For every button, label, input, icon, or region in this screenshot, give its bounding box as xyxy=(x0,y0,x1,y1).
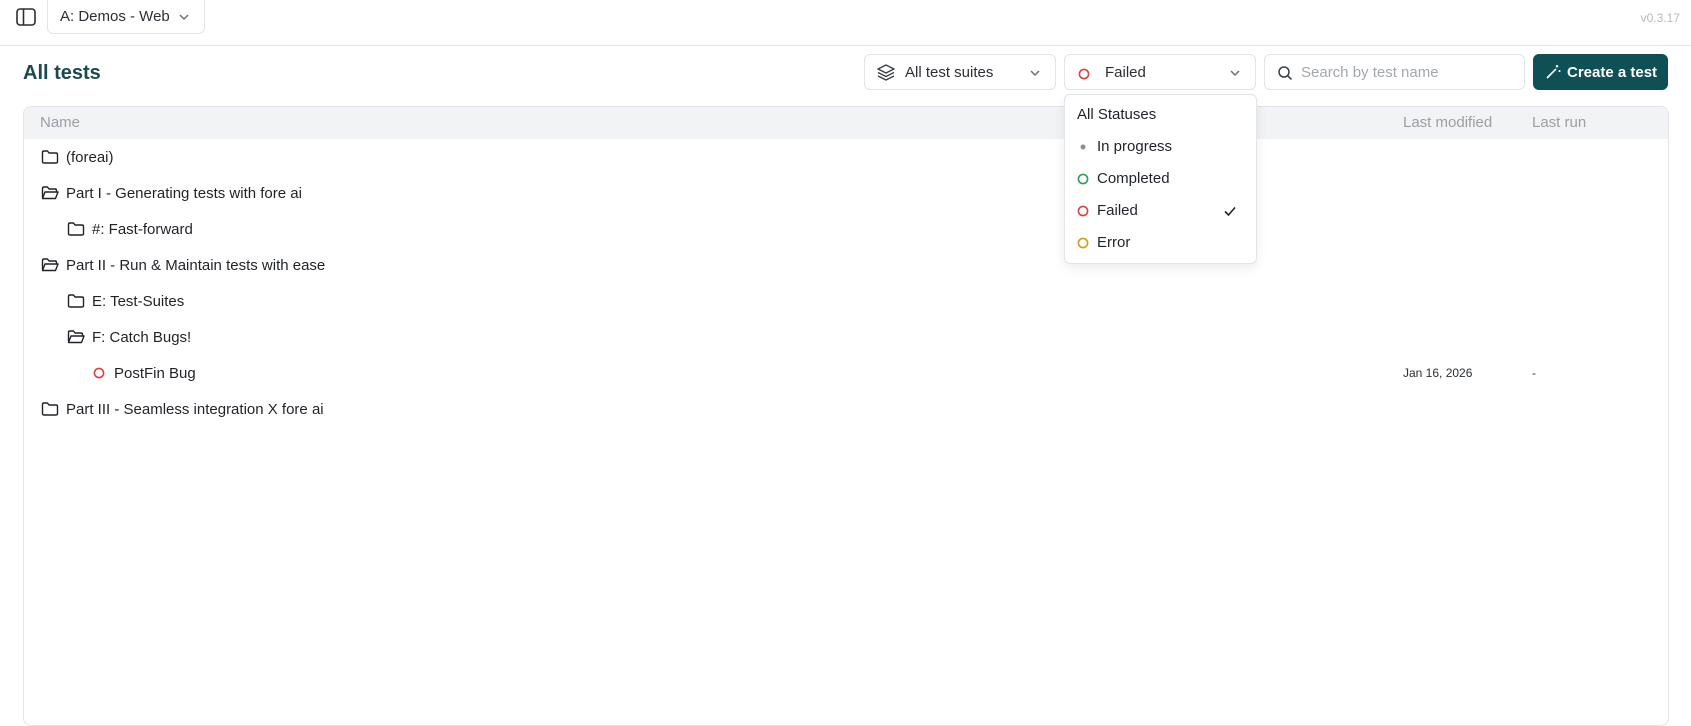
last-modified-cell: Jan 16, 2026 xyxy=(1403,366,1473,380)
status-option-label: Failed xyxy=(1097,202,1138,219)
folder-open-icon xyxy=(40,183,60,203)
status-option-all[interactable]: All Statuses xyxy=(1065,100,1256,130)
magic-wand-icon xyxy=(1545,64,1561,84)
status-dropdown-menu: All Statuses In progress Completed Faile… xyxy=(1064,94,1257,264)
status-option-label: Completed xyxy=(1097,170,1170,187)
check-icon xyxy=(1222,203,1238,223)
status-option-completed[interactable]: Completed xyxy=(1065,164,1256,194)
version-label: v0.3.17 xyxy=(1640,11,1680,25)
search-box xyxy=(1264,54,1525,90)
row-label: E: Test-Suites xyxy=(92,292,185,310)
row-label: Part III - Seamless integration X fore a… xyxy=(66,400,324,418)
table-row[interactable]: PostFin Bug Jan 16, 2026 - xyxy=(24,355,1668,391)
table-header: Name Last modified Last run xyxy=(24,107,1668,139)
last-run-cell: - xyxy=(1532,366,1536,380)
layers-icon xyxy=(876,63,896,85)
tests-table: Name Last modified Last run (foreai) Par… xyxy=(23,106,1669,726)
row-label: (foreai) xyxy=(66,148,114,166)
status-option-label: All Statuses xyxy=(1077,106,1157,123)
table-row[interactable]: Part II - Run & Maintain tests with ease xyxy=(24,247,1668,283)
status-option-label: Error xyxy=(1097,234,1131,251)
search-input[interactable] xyxy=(1301,63,1516,81)
folder-open-icon xyxy=(40,255,60,275)
status-filter[interactable]: Failed xyxy=(1064,54,1256,90)
test-suites-filter[interactable]: All test suites xyxy=(864,54,1056,90)
completed-status-icon xyxy=(1077,173,1089,185)
folder-open-icon xyxy=(66,327,86,347)
row-label: PostFin Bug xyxy=(114,364,196,382)
test-suites-filter-label: All test suites xyxy=(905,63,994,81)
column-header-last-run[interactable]: Last run xyxy=(1532,114,1586,131)
top-bar: A: Demos - Web v0.3.17 xyxy=(0,0,1691,46)
folder-icon xyxy=(40,147,60,167)
error-status-icon xyxy=(1077,237,1089,249)
project-selector[interactable]: A: Demos - Web xyxy=(47,0,205,34)
column-header-name[interactable]: Name xyxy=(40,114,80,131)
row-label: Part II - Run & Maintain tests with ease xyxy=(66,256,326,274)
status-option-in-progress[interactable]: In progress xyxy=(1065,132,1256,162)
row-label: F: Catch Bugs! xyxy=(92,328,192,346)
table-row[interactable]: Part I - Generating tests with fore ai xyxy=(24,175,1668,211)
folder-icon xyxy=(66,219,86,239)
row-label: Part I - Generating tests with fore ai xyxy=(66,184,302,202)
create-test-button-label: Create a test xyxy=(1567,63,1658,81)
folder-icon xyxy=(66,291,86,311)
chevron-down-icon xyxy=(1229,66,1241,83)
project-selector-label: A: Demos - Web xyxy=(60,8,170,25)
search-icon xyxy=(1277,65,1293,86)
table-row[interactable]: (foreai) xyxy=(24,139,1668,175)
chevron-down-icon xyxy=(1029,66,1041,83)
status-option-error[interactable]: Error xyxy=(1065,228,1256,258)
failed-status-icon xyxy=(1077,205,1089,217)
table-row[interactable]: Part III - Seamless integration X fore a… xyxy=(24,391,1668,427)
in-progress-status-icon xyxy=(1077,141,1089,153)
chevron-down-icon xyxy=(178,10,190,27)
column-header-last-modified[interactable]: Last modified xyxy=(1403,114,1492,131)
table-row[interactable]: #: Fast-forward xyxy=(24,211,1668,247)
failed-status-icon xyxy=(92,363,106,383)
status-filter-label: Failed xyxy=(1105,63,1146,81)
status-option-label: In progress xyxy=(1097,138,1173,155)
failed-status-icon xyxy=(1078,67,1090,84)
table-row[interactable]: F: Catch Bugs! xyxy=(24,319,1668,355)
table-row[interactable]: E: Test-Suites xyxy=(24,283,1668,319)
row-label: #: Fast-forward xyxy=(92,220,193,238)
folder-icon xyxy=(40,399,60,419)
status-option-failed[interactable]: Failed xyxy=(1065,196,1256,226)
page-title: All tests xyxy=(23,62,101,84)
create-test-button[interactable]: Create a test xyxy=(1533,54,1668,90)
sidebar-toggle-icon[interactable] xyxy=(14,6,38,28)
